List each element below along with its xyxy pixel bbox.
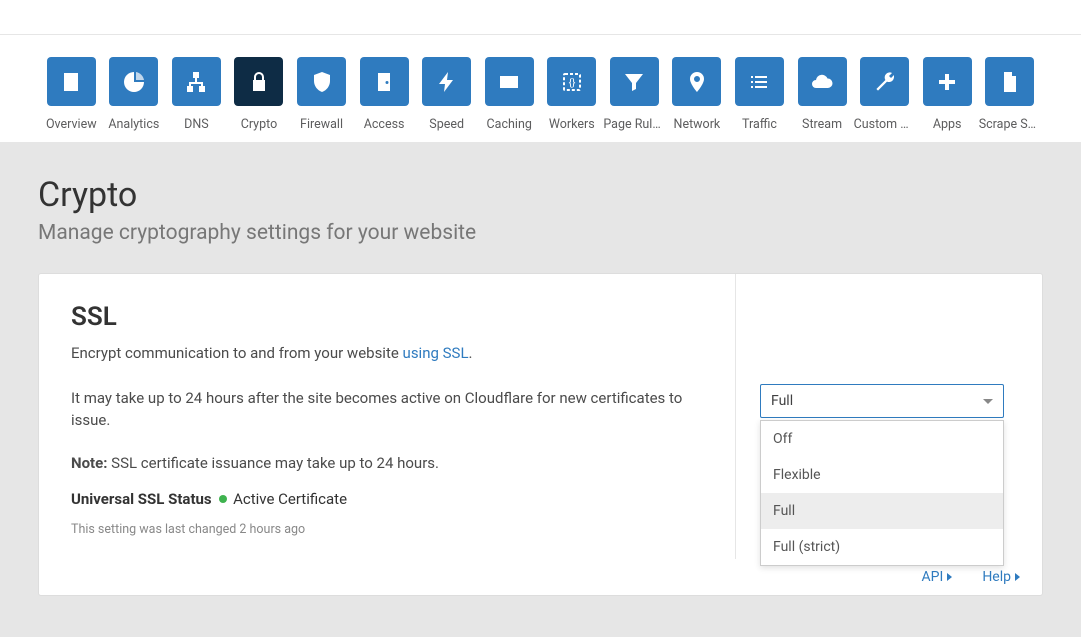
ssl-card-left: SSL Encrypt communication to and from yo… <box>39 274 736 559</box>
ssl-description-2: It may take up to 24 hours after the sit… <box>71 387 703 432</box>
shield-icon <box>297 57 346 106</box>
nav-tab-label: Access <box>364 117 405 132</box>
ssl-description-1: Encrypt communication to and from your w… <box>71 342 703 365</box>
ssl-note-label: Note: <box>71 454 107 472</box>
nav-tab-label: Analytics <box>108 117 159 132</box>
page-subtitle: Manage cryptography settings for your we… <box>38 221 1043 245</box>
nav-tab-label: Traffic <box>742 117 777 132</box>
ssl-status-line: Universal SSL Status Active Certificate <box>71 490 703 508</box>
ssl-status-label: Universal SSL Status <box>71 490 212 508</box>
nav-tab-overview[interactable]: Overview <box>40 57 103 132</box>
nav-tab-label: Overview <box>46 117 97 132</box>
pin-icon <box>672 57 721 106</box>
nav-tab-label: Network <box>674 117 721 132</box>
wrench-icon <box>860 57 909 106</box>
ssl-mode-select-value: Full <box>771 393 793 409</box>
nav-tab-label: Crypto <box>241 117 278 132</box>
ssl-mode-option-flexible[interactable]: Flexible <box>761 457 1003 493</box>
doc-list-icon <box>47 57 96 106</box>
top-spacer <box>0 0 1081 34</box>
nav-tab-label: Stream <box>802 117 842 132</box>
funnel-icon <box>610 57 659 106</box>
ssl-mode-select[interactable]: Full <box>760 384 1004 418</box>
nav-tab-traffic[interactable]: Traffic <box>728 57 791 132</box>
ssl-status-value: Active Certificate <box>233 490 347 508</box>
ssl-last-changed: This setting was last changed 2 hours ag… <box>71 522 703 537</box>
braces-icon: {} <box>547 57 596 106</box>
card-icon <box>485 57 534 106</box>
help-link[interactable]: Help <box>982 569 1020 585</box>
tree-icon <box>172 57 221 106</box>
chevron-right-icon <box>947 573 952 581</box>
nav-tab-label: Page Rules <box>603 117 665 132</box>
ssl-mode-option-full-strict[interactable]: Full (strict) <box>761 529 1003 565</box>
nav-tab-speed[interactable]: Speed <box>415 57 478 132</box>
ssl-card-right: Full OffFlexibleFullFull (strict) <box>736 274 1042 559</box>
bolt-icon <box>422 57 471 106</box>
nav-tab-label: Caching <box>487 117 532 132</box>
ssl-card: SSL Encrypt communication to and from yo… <box>38 273 1043 596</box>
door-icon <box>360 57 409 106</box>
ssl-desc-prefix: Encrypt communication to and from your w… <box>71 344 403 362</box>
nav-tab-label: Firewall <box>300 117 343 132</box>
chevron-down-icon <box>983 399 993 404</box>
chevron-right-icon <box>1015 573 1020 581</box>
nav-tab-label: Apps <box>933 117 962 132</box>
ssl-desc-suffix: . <box>469 344 473 362</box>
using-ssl-link[interactable]: using SSL <box>403 344 469 362</box>
page-title: Crypto <box>38 175 1043 215</box>
ssl-note-text: SSL certificate issuance may take up to … <box>107 454 439 472</box>
nav-tab-label: Scrape Shi... <box>979 117 1041 132</box>
nav-tab-custom-pa[interactable]: Custom Pa... <box>853 57 916 132</box>
nav-tab-label: DNS <box>184 117 209 132</box>
api-link[interactable]: API <box>922 569 953 585</box>
nav-tabs-bar: Overview Analytics DNS Crypto Firewall Access… <box>0 34 1081 143</box>
nav-tab-page-rules[interactable]: Page Rules <box>603 57 666 132</box>
nav-tab-workers[interactable]: {} Workers <box>541 57 604 132</box>
nav-tab-network[interactable]: Network <box>666 57 729 132</box>
nav-tab-label: Custom Pa... <box>854 117 916 132</box>
cloud-icon <box>798 57 847 106</box>
nav-tab-label: Workers <box>549 117 595 132</box>
pie-icon <box>109 57 158 106</box>
ssl-section-title: SSL <box>71 302 703 332</box>
status-dot-icon <box>219 495 227 503</box>
nav-tab-dns[interactable]: DNS <box>165 57 228 132</box>
plus-icon <box>923 57 972 106</box>
nav-tab-firewall[interactable]: Firewall <box>290 57 353 132</box>
lock-icon <box>234 57 283 106</box>
nav-tab-stream[interactable]: Stream <box>791 57 854 132</box>
ssl-mode-dropdown: OffFlexibleFullFull (strict) <box>760 420 1004 566</box>
nav-tab-apps[interactable]: Apps <box>916 57 979 132</box>
file-icon <box>985 57 1034 106</box>
ssl-mode-option-full[interactable]: Full <box>761 493 1003 529</box>
ssl-mode-option-off[interactable]: Off <box>761 421 1003 457</box>
list-icon <box>735 57 784 106</box>
nav-tab-scrape-shi[interactable]: Scrape Shi... <box>978 57 1041 132</box>
nav-tab-access[interactable]: Access <box>353 57 416 132</box>
page-body: Crypto Manage cryptography settings for … <box>0 143 1081 637</box>
nav-tab-label: Speed <box>429 117 464 132</box>
svg-text:{}: {} <box>568 77 575 89</box>
nav-tab-crypto[interactable]: Crypto <box>228 57 291 132</box>
nav-tab-caching[interactable]: Caching <box>478 57 541 132</box>
ssl-note: Note: SSL certificate issuance may take … <box>71 454 703 472</box>
nav-tab-analytics[interactable]: Analytics <box>103 57 166 132</box>
